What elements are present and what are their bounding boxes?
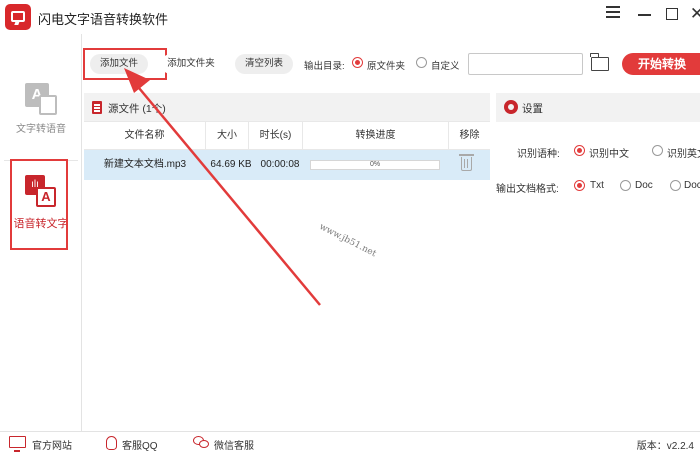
wechat-icon — [193, 436, 209, 449]
document-icon — [92, 101, 102, 114]
minimize-icon[interactable] — [633, 3, 655, 25]
settings-header: 设置 — [496, 93, 700, 122]
sidebar-item-text-to-speech[interactable]: A 文字转语音 — [4, 79, 78, 149]
monitor-icon — [9, 436, 26, 452]
column-header-remove: 移除 — [459, 130, 480, 141]
file-list-title: 源文件 (1个) — [108, 103, 166, 115]
format-label: 输出文档格式: — [496, 184, 559, 195]
output-original-label: 原文件夹 — [367, 61, 406, 72]
app-title: 闪电文字语音转换软件 — [38, 12, 169, 27]
table-row[interactable]: 新建文本文档.mp3 64.69 KB 00:00:08 0% — [84, 150, 490, 180]
website-link[interactable]: 官方网站 — [32, 437, 72, 452]
file-size-cell: 64.69 KB — [210, 159, 252, 170]
output-custom-radio[interactable] — [416, 57, 427, 68]
language-english-label: 识别英文 — [667, 149, 700, 160]
add-file-highlight-box — [83, 48, 167, 80]
menu-icon[interactable] — [602, 3, 624, 25]
output-custom-label: 自定义 — [431, 61, 460, 72]
format-doc-radio[interactable] — [620, 180, 631, 191]
output-original-radio[interactable] — [352, 57, 363, 68]
clear-list-button[interactable]: 清空列表 — [235, 54, 293, 74]
watermark: www.jb51.net — [317, 222, 378, 260]
output-path-input[interactable] — [468, 53, 583, 75]
format-doc-label: Doc — [635, 180, 653, 191]
maximize-icon[interactable] — [661, 3, 683, 25]
format-docx-radio[interactable] — [670, 180, 681, 191]
title-bar: 闪电文字语音转换软件 ✕ — [0, 0, 700, 34]
gear-icon — [504, 100, 518, 114]
settings-title: 设置 — [522, 103, 543, 115]
progress-text: 0% — [369, 161, 381, 168]
sidebar-highlight-box — [10, 159, 68, 250]
progress-bar: 0% — [310, 160, 440, 170]
sidebar-item-label: 文字转语音 — [16, 124, 66, 135]
format-docx-label: Doc — [684, 180, 700, 191]
format-txt-radio[interactable] — [574, 180, 585, 191]
file-list-header: 源文件 (1个) — [84, 93, 490, 122]
version-text: 版本：v2.2.4 — [636, 441, 694, 452]
column-header-name: 文件名称 — [84, 122, 206, 150]
text-to-speech-icon: A — [23, 83, 59, 117]
file-duration-cell: 00:00:08 — [260, 159, 300, 170]
trash-icon[interactable] — [459, 154, 474, 171]
add-folder-button[interactable]: 添加文件夹 — [161, 54, 221, 74]
start-convert-button[interactable]: 开始转换 — [622, 53, 700, 75]
format-txt-label: Txt — [590, 180, 604, 191]
wechat-support-link[interactable]: 微信客服 — [214, 437, 254, 452]
language-chinese-label: 识别中文 — [589, 149, 629, 160]
output-dir-label: 输出目录: — [304, 61, 345, 72]
language-english-radio[interactable] — [652, 145, 663, 156]
language-chinese-radio[interactable] — [574, 145, 585, 156]
qq-icon — [106, 436, 117, 450]
column-header-duration: 时长(s) — [249, 122, 303, 150]
qq-support-link[interactable]: 客服QQ — [122, 437, 158, 452]
column-header-progress: 转换进度 — [303, 122, 449, 150]
folder-open-icon[interactable] — [590, 53, 609, 71]
footer: 官方网站 客服QQ 微信客服 版本：v2.2.4 — [0, 431, 700, 455]
language-label: 识别语种: — [517, 149, 560, 160]
close-icon[interactable]: ✕ — [686, 3, 700, 25]
table-header: 文件名称 大小 时长(s) 转换进度 移除 — [84, 122, 490, 150]
column-header-size: 大小 — [206, 122, 249, 150]
file-name-cell: 新建文本文档.mp3 — [103, 159, 187, 170]
app-logo-icon — [5, 4, 31, 30]
